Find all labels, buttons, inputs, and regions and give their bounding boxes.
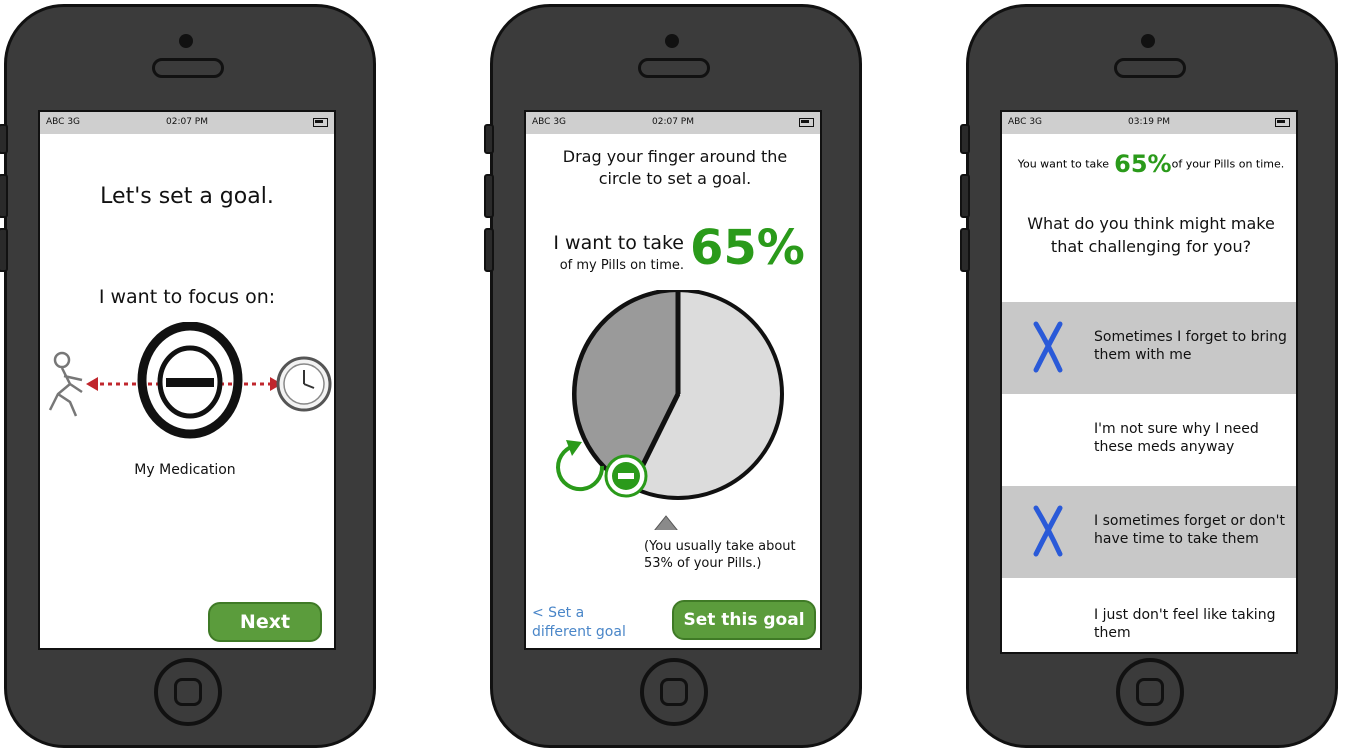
home-button[interactable] xyxy=(1116,658,1184,726)
volume-up-button xyxy=(0,174,8,218)
goal-summary: You want to take 65%of your Pills on tim… xyxy=(1002,150,1296,178)
page-title: Let's set a goal. xyxy=(100,184,274,209)
volume-down-button xyxy=(960,228,970,272)
x-mark-icon xyxy=(1033,505,1063,557)
battery-icon xyxy=(1275,118,1290,127)
option-label: My Medication xyxy=(134,462,236,478)
summary-post: of your Pills on time. xyxy=(1171,157,1285,171)
screen-set-goal: ABC 3G 02:07 PM Drag your finger around … xyxy=(524,110,822,650)
phone-frame-2: ABC 3G 02:07 PM Drag your finger around … xyxy=(484,4,862,748)
usual-note: (You usually take about 53% of your Pill… xyxy=(644,539,796,571)
speaker-icon xyxy=(638,58,710,78)
summary-percent: 65% xyxy=(1114,150,1172,178)
camera-icon xyxy=(665,34,679,48)
screen-goal-focus: ABC 3G 02:07 PM Let's set a goal. I want… xyxy=(38,110,336,650)
goal-percent: 65% xyxy=(690,220,805,276)
choice-not-sure[interactable]: I'm not sure why I need these meds anywa… xyxy=(1002,394,1296,486)
medication-knob-icon[interactable] xyxy=(137,322,243,439)
battery-icon xyxy=(313,118,328,127)
usual-marker-icon xyxy=(654,515,678,530)
instruction-text: Drag your finger around the circle to se… xyxy=(562,147,788,188)
arrow-left-icon xyxy=(86,377,98,391)
battery-icon xyxy=(799,118,814,127)
choice-forget-time[interactable]: I sometimes forget or don't have time to… xyxy=(1002,486,1296,578)
home-square-icon xyxy=(1136,678,1164,706)
status-bar: ABC 3G 02:07 PM xyxy=(40,112,334,134)
focus-selector[interactable] xyxy=(40,322,336,462)
status-bar: ABC 3G 02:07 PM xyxy=(526,112,820,134)
volume-down-button xyxy=(484,228,494,272)
volume-down-button xyxy=(0,228,8,272)
choice-dont-feel-like[interactable]: I just don't feel like taking them xyxy=(1002,578,1296,652)
home-square-icon xyxy=(174,678,202,706)
home-square-icon xyxy=(660,678,688,706)
mute-switch xyxy=(484,124,494,154)
speaker-icon xyxy=(152,58,224,78)
status-bar: ABC 3G 03:19 PM xyxy=(1002,112,1296,134)
challenge-question: What do you think might make that challe… xyxy=(1027,214,1275,256)
status-time: 02:07 PM xyxy=(652,117,694,127)
status-time: 03:19 PM xyxy=(1128,117,1170,127)
choice-label: I'm not sure why I need these meds anywa… xyxy=(1094,421,1259,455)
phone-frame-1: ABC 3G 02:07 PM Let's set a goal. I want… xyxy=(0,4,376,748)
volume-up-button xyxy=(484,174,494,218)
status-time: 02:07 PM xyxy=(166,117,208,127)
focus-prompt: I want to focus on: xyxy=(98,286,276,308)
mute-switch xyxy=(0,124,8,154)
set-goal-button[interactable]: Set this goal xyxy=(672,600,816,640)
home-button[interactable] xyxy=(154,658,222,726)
goal-line-1: I want to take xyxy=(553,232,684,254)
set-different-goal-link[interactable]: < Set a different goal xyxy=(532,604,642,642)
choice-label: Sometimes I forget to bring them with me xyxy=(1094,329,1287,363)
summary-pre: You want to take xyxy=(1017,157,1110,171)
drag-handle-icon[interactable] xyxy=(604,454,648,498)
running-person-icon[interactable] xyxy=(48,351,83,417)
camera-icon xyxy=(1141,34,1155,48)
mute-switch xyxy=(960,124,970,154)
choice-label: I just don't feel like taking them xyxy=(1094,607,1276,641)
home-button[interactable] xyxy=(640,658,708,726)
goal-line-2: of my Pills on time. xyxy=(559,258,684,273)
goal-pie-chart[interactable] xyxy=(526,290,822,530)
camera-icon xyxy=(179,34,193,48)
speaker-icon xyxy=(1114,58,1186,78)
x-mark-icon xyxy=(1033,321,1063,373)
choice-label: I sometimes forget or don't have time to… xyxy=(1094,513,1285,547)
clock-icon[interactable] xyxy=(276,356,332,412)
screen-challenges: ABC 3G 03:19 PM You want to take 65%of y… xyxy=(1000,110,1298,654)
volume-up-button xyxy=(960,174,970,218)
choice-forget-bring[interactable]: Sometimes I forget to bring them with me xyxy=(1002,302,1296,394)
next-button[interactable]: Next xyxy=(208,602,322,642)
phone-frame-3: ABC 3G 03:19 PM You want to take 65%of y… xyxy=(960,4,1338,748)
